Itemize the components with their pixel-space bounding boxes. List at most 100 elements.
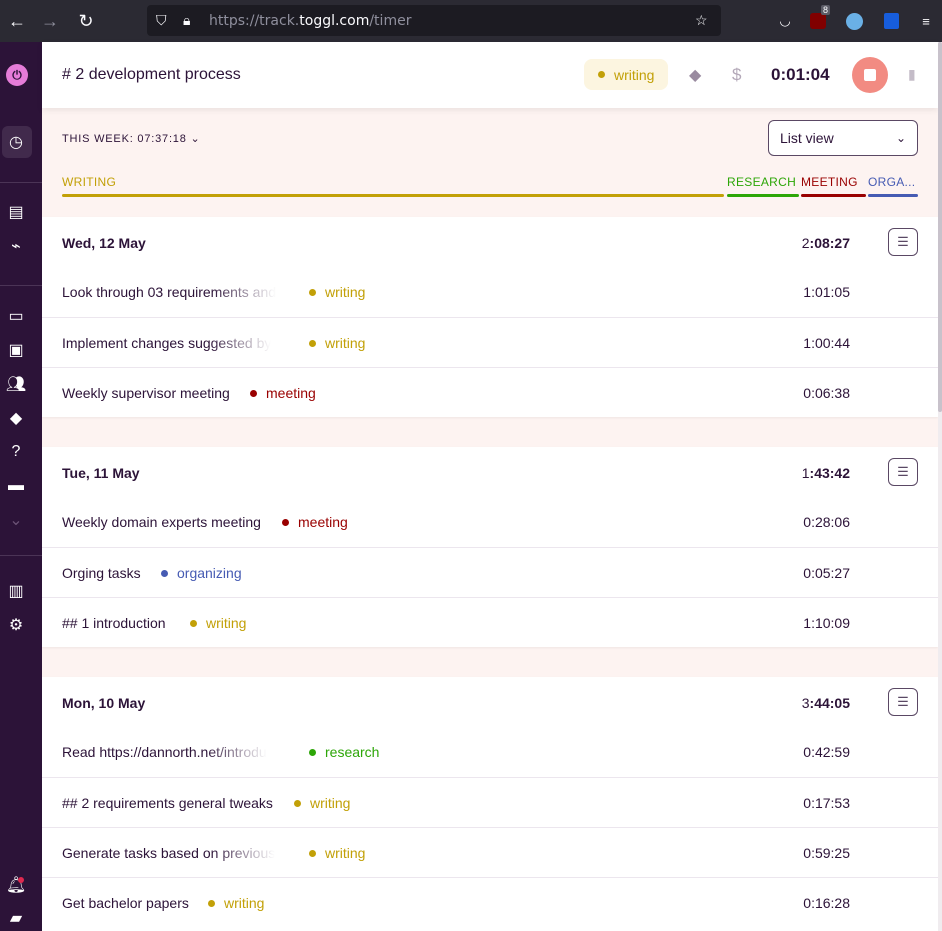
list-toggle-icon[interactable]: ☰ xyxy=(888,688,918,716)
time-entry[interactable]: Get bachelor papers writing 0:16:28 xyxy=(42,877,938,927)
entry-duration[interactable]: 0:17:53 xyxy=(803,795,850,811)
entry-duration[interactable]: 0:05:27 xyxy=(803,565,850,581)
project-dot xyxy=(309,339,316,347)
entry-project[interactable]: writing xyxy=(190,615,246,631)
project-bar-meeting xyxy=(801,194,866,197)
timer-description[interactable]: # 2 development process xyxy=(62,66,241,84)
entry-project[interactable]: writing xyxy=(309,284,365,300)
day-total: 2:08:27 xyxy=(801,235,850,251)
day-group: Mon, 10 May 3:44:05 ☰ Read https://danno… xyxy=(42,677,938,931)
clients-icon[interactable]: ▣ xyxy=(0,334,32,366)
timer-elapsed: 0:01:04 xyxy=(771,65,830,84)
tags-icon[interactable]: ◆ xyxy=(0,402,32,434)
time-entry[interactable]: Orging tasks organizing 0:05:27 xyxy=(42,547,938,597)
day-total: 1:43:42 xyxy=(801,465,850,481)
time-entry[interactable]: ## 1 introduction writing 1:10:09 xyxy=(42,597,938,647)
entry-description[interactable]: Look through 03 requirements and xyxy=(62,284,276,300)
entry-project[interactable]: research xyxy=(309,744,379,760)
entry-project[interactable]: writing xyxy=(208,895,264,911)
team-icon[interactable]: 👥︎ xyxy=(0,368,32,400)
reports-icon[interactable]: ▤ xyxy=(0,196,32,228)
entry-description[interactable]: Implement changes suggested by xyxy=(62,335,271,351)
view-select-value: List view xyxy=(780,130,834,146)
workspace-briefcase-icon[interactable]: ▰ xyxy=(0,902,32,931)
time-entry[interactable]: Look through 03 requirements and writing… xyxy=(42,267,938,317)
entry-project[interactable]: writing xyxy=(309,845,365,861)
day-group: Wed, 12 May 2:08:27 ☰ Look through 03 re… xyxy=(42,217,938,417)
time-entry[interactable]: Weekly supervisor meeting meeting 0:06:3… xyxy=(42,367,938,417)
billing-icon[interactable]: ▬ xyxy=(0,470,32,502)
organization-icon[interactable]: ▥ xyxy=(0,575,32,607)
chevron-down-icon: ⌄ xyxy=(190,133,201,145)
entry-duration[interactable]: 0:28:06 xyxy=(803,514,850,530)
day-date: Wed, 12 May xyxy=(62,235,146,251)
url-text: https://track.toggl.com/timer xyxy=(209,12,412,29)
entry-description[interactable]: Read https://dannorth.net/introdu xyxy=(62,744,267,760)
time-entry[interactable]: Implement changes suggested by writing 1… xyxy=(42,317,938,367)
entry-description[interactable]: ## 1 introduction xyxy=(62,615,166,631)
project-dot xyxy=(282,518,289,526)
scrollbar-thumb[interactable] xyxy=(938,42,942,412)
entry-duration[interactable]: 1:00:44 xyxy=(803,335,850,351)
stop-timer-button[interactable] xyxy=(852,57,888,93)
project-dot xyxy=(309,748,316,756)
entry-description[interactable]: Weekly domain experts meeting xyxy=(62,514,261,530)
time-entry[interactable]: Read https://dannorth.net/introdu resear… xyxy=(42,727,938,777)
entry-duration[interactable]: 0:42:59 xyxy=(803,744,850,760)
address-bar[interactable]: ⛉ 🔒︎ https://track.toggl.com/timer ☆ xyxy=(147,5,721,36)
entry-description[interactable]: ## 2 requirements general tweaks xyxy=(62,795,273,811)
forward-arrow-icon[interactable]: → xyxy=(33,0,67,42)
timer-clock-icon[interactable]: ◷ xyxy=(0,126,32,158)
entry-project[interactable]: writing xyxy=(309,335,365,351)
entry-project[interactable]: writing xyxy=(294,795,350,811)
scrollbar[interactable] xyxy=(938,42,942,931)
entry-duration[interactable]: 0:59:25 xyxy=(803,845,850,861)
power-icon[interactable]: ⏻ xyxy=(6,64,28,86)
project-dot xyxy=(294,799,301,807)
entry-description[interactable]: Generate tasks based on previous xyxy=(62,845,275,861)
entry-description[interactable]: Get bachelor papers xyxy=(62,895,189,911)
entry-project[interactable]: meeting xyxy=(250,385,316,401)
timer-project-pill[interactable]: writing xyxy=(584,59,669,90)
sidebar-divider xyxy=(0,285,42,286)
lock-icon: 🔒︎ xyxy=(183,12,191,28)
tag-icon[interactable]: ◆ xyxy=(689,65,701,85)
project-dot xyxy=(309,288,316,296)
insights-icon[interactable]: ⌁ xyxy=(0,230,32,262)
entry-project[interactable]: organizing xyxy=(161,565,242,581)
help-icon[interactable]: ? xyxy=(0,436,32,468)
timer-bar: # 2 development process writing ◆ $ 0:01… xyxy=(42,42,938,108)
time-entry[interactable]: Generate tasks based on previous writing… xyxy=(42,827,938,877)
settings-gear-icon[interactable]: ⚙ xyxy=(0,609,32,641)
ublock-icon[interactable]: 8 xyxy=(808,5,831,31)
sidebar-divider xyxy=(0,555,42,556)
entry-description[interactable]: Orging tasks xyxy=(62,565,141,581)
reload-icon[interactable]: ↻ xyxy=(69,0,103,42)
time-entry[interactable]: Weekly domain experts meeting meeting 0:… xyxy=(42,497,938,547)
day-header: Tue, 11 May 1:43:42 ☰ xyxy=(42,447,938,497)
entry-duration[interactable]: 0:16:28 xyxy=(803,895,850,911)
billable-dollar-icon[interactable]: $ xyxy=(732,65,741,85)
entry-project[interactable]: meeting xyxy=(282,514,348,530)
menu-icon[interactable]: ≡ xyxy=(916,11,936,31)
notifications-bell-icon[interactable]: 🔔︎ xyxy=(0,869,32,901)
chevron-down-icon[interactable]: ⌄ xyxy=(0,504,32,536)
pocket-icon[interactable]: ◡ xyxy=(775,11,795,31)
time-entry[interactable]: ## 2 requirements general tweaks writing… xyxy=(42,777,938,827)
delete-trash-icon[interactable]: ▮ xyxy=(908,66,916,83)
list-toggle-icon[interactable]: ☰ xyxy=(888,458,918,486)
bitwarden-icon[interactable] xyxy=(881,11,901,31)
week-total[interactable]: THIS WEEK: 07:37:18 ⌄ xyxy=(62,132,201,145)
bookmark-star-icon[interactable]: ☆ xyxy=(695,12,708,29)
toggl-extension-icon[interactable] xyxy=(844,11,864,31)
entry-duration[interactable]: 0:06:38 xyxy=(803,385,850,401)
project-bar-label-meeting: MEETING xyxy=(801,175,858,189)
projects-folder-icon[interactable]: ▭ xyxy=(0,300,32,332)
project-bar-writing xyxy=(62,194,724,197)
entry-description[interactable]: Weekly supervisor meeting xyxy=(62,385,230,401)
list-toggle-icon[interactable]: ☰ xyxy=(888,228,918,256)
view-select[interactable]: List view ⌄ xyxy=(768,120,918,156)
entry-duration[interactable]: 1:10:09 xyxy=(803,615,850,631)
entry-duration[interactable]: 1:01:05 xyxy=(803,284,850,300)
back-arrow-icon[interactable]: ← xyxy=(0,0,34,42)
